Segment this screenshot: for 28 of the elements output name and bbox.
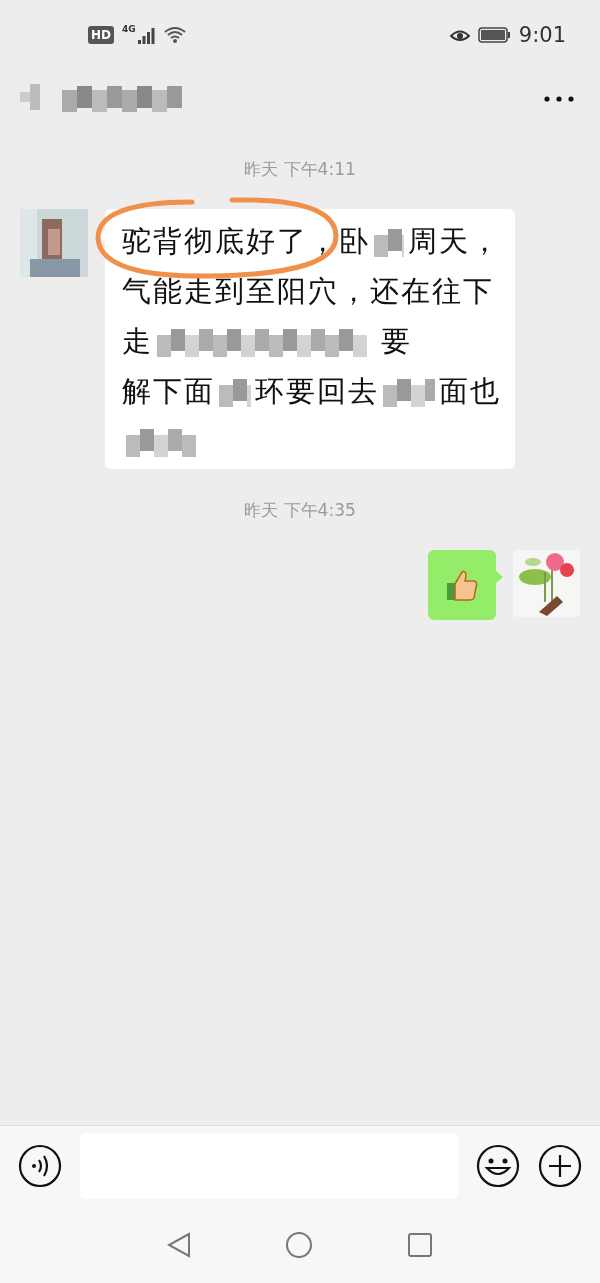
wifi-icon [163, 26, 186, 44]
signal-icon [137, 26, 156, 44]
message-text: 环要回去 [254, 373, 379, 410]
pixelation-drawing [219, 377, 251, 407]
message-time: 昨天 下午4:35 [244, 500, 356, 520]
pixelation-drawing [374, 227, 404, 257]
plus-icon[interactable] [538, 1144, 582, 1188]
message-text: 解下面 [122, 373, 215, 410]
message-text: 面也 [439, 373, 501, 410]
pixelation-drawing [382, 377, 435, 407]
message-time: 昨天 下午4:11 [244, 159, 356, 179]
clock-time: 9:01 [518, 23, 566, 47]
battery-icon [477, 27, 511, 43]
home-icon[interactable] [285, 1230, 313, 1259]
message-text: 要 [381, 323, 412, 360]
message-text: 周天， [408, 223, 501, 260]
emoji-icon[interactable] [476, 1144, 520, 1188]
hd-badge: HD [88, 26, 114, 44]
back-icon[interactable] [167, 1231, 191, 1258]
network-label: 4G [122, 24, 136, 34]
message-text: 驼背彻底好了，卧 [122, 223, 370, 260]
voice-icon[interactable] [18, 1144, 62, 1188]
pixelation-drawing [126, 427, 196, 457]
thumbs-up-icon [445, 568, 479, 602]
message-text: 气能走到至阳穴，还在往下 [122, 273, 494, 310]
message-text: 走 [122, 323, 153, 360]
recents-icon[interactable] [407, 1231, 433, 1258]
more-icon[interactable] [544, 96, 574, 102]
